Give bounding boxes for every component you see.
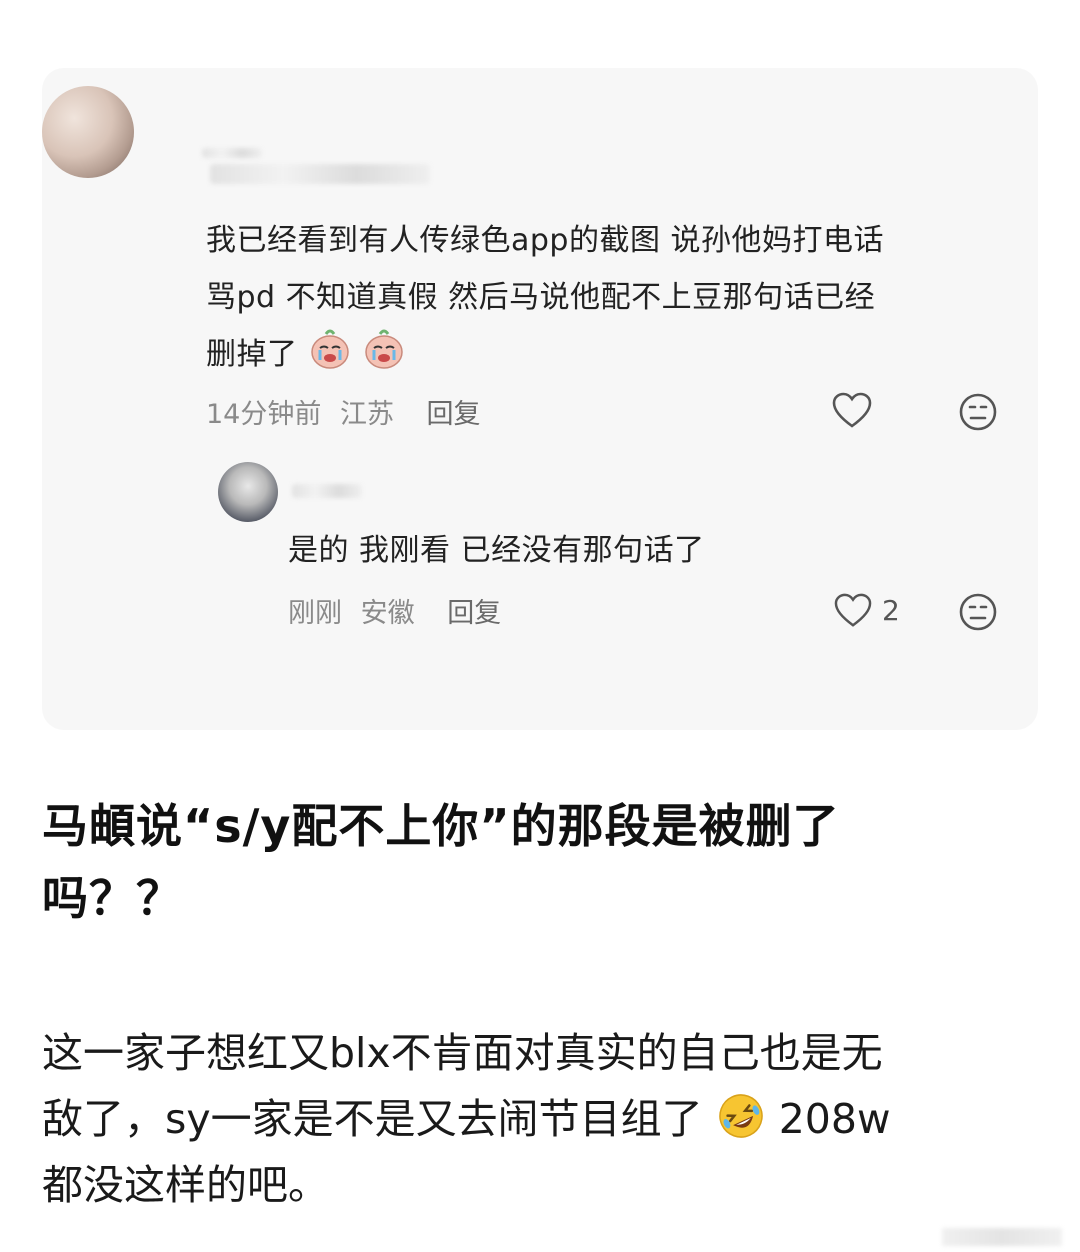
comment-location: 江苏: [339, 399, 394, 430]
crying-emoji-icon: [364, 329, 403, 369]
post-body-line3: 都没这样的吧。: [42, 1161, 329, 1209]
commenter-avatar[interactable]: [42, 86, 134, 178]
reply-location: 安徽: [360, 598, 415, 629]
comment-text-line2: 骂pd 不知道真假 然后马说他配不上豆那句话已经: [206, 280, 876, 315]
comment-reply-button[interactable]: 回复: [427, 399, 481, 430]
top-cut-text: [470, 0, 530, 4]
comment-time: 14分钟前: [206, 399, 322, 430]
neutral-face-icon[interactable]: [958, 392, 998, 432]
post-body-line2b: 208w: [778, 1095, 891, 1143]
reply-like-count: 2: [882, 594, 900, 627]
comment-meta: 14分钟前 江苏 回复: [206, 392, 481, 431]
commenter-name-blurred[interactable]: [210, 164, 430, 184]
heart-outline-icon[interactable]: [834, 593, 872, 629]
reply-time: 刚刚: [288, 598, 342, 629]
heart-outline-icon[interactable]: [832, 392, 872, 430]
reply-name-blurred[interactable]: [292, 484, 362, 498]
rolling-laughing-emoji-icon: [718, 1094, 763, 1138]
post-body-line1: 这一家子想红又blx不肯面对真实的自己也是无: [42, 1029, 883, 1077]
watermark-blurred: [942, 1228, 1062, 1246]
post-body-line2a: 敌了，sy一家是不是又去闹节目组了: [42, 1095, 703, 1143]
post-body: 这一家子想红又blx不肯面对真实的自己也是无 敌了，sy一家是不是又去闹节目组了…: [42, 1020, 1032, 1218]
reply-text: 是的 我刚看 已经没有那句话了: [288, 533, 705, 568]
crying-emoji-icon: [310, 329, 349, 369]
comment-text-line3: 删掉了: [206, 337, 298, 372]
post-headline-line2: 吗？？: [42, 871, 183, 925]
post-headline: 马頔说“s/y配不上你”的那段是被删了 吗？？: [42, 790, 1032, 934]
reply-reply-button[interactable]: 回复: [447, 598, 501, 629]
neutral-face-icon[interactable]: [958, 592, 998, 632]
comment-text-line1: 我已经看到有人传绿色app的截图 说孙他妈打电话: [206, 223, 885, 258]
reply-meta: 刚刚 安徽 回复: [288, 591, 501, 630]
comment-text-line3-wrap: 删掉了: [206, 326, 406, 383]
post-body-line2: 敌了，sy一家是不是又去闹节目组了 208w: [42, 1086, 1032, 1152]
post-headline-line1: 马頔说“s/y配不上你”的那段是被删了: [42, 799, 840, 853]
comment-card: [42, 68, 1038, 730]
reply-avatar[interactable]: [218, 462, 278, 522]
commenter-name-blurred-top: [202, 148, 262, 158]
